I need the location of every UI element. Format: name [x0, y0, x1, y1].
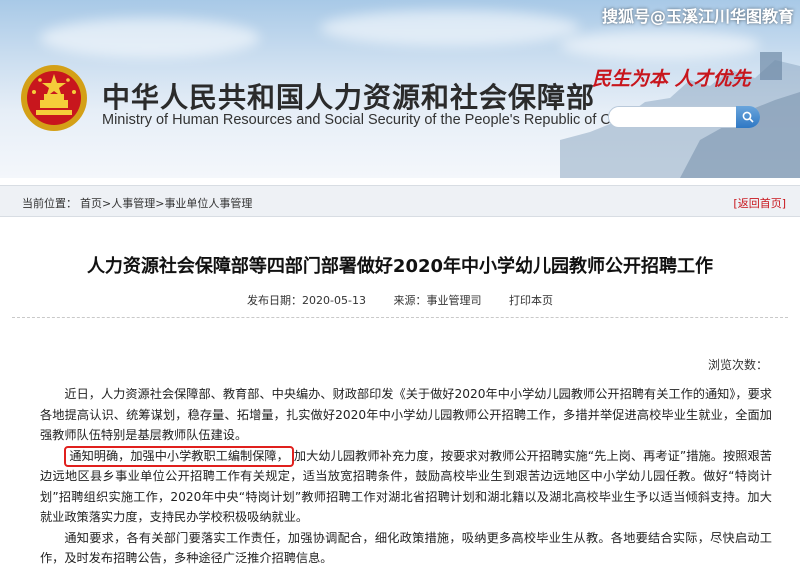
article-body: 近日，人力资源社会保障部、教育部、中央编办、财政部印发《关于做好2020年中小学…	[40, 384, 772, 569]
paragraph-2: 通知明确，加强中小学教职工编制保障， 加大幼儿园教师补充力度，按要求对教师公开招聘…	[40, 445, 772, 528]
publish-date-label: 发布日期：	[247, 294, 303, 307]
breadcrumb: 当前位置： 首页>人事管理>事业单位人事管理 [返回首页]	[0, 185, 800, 217]
print-page-link[interactable]: 打印本页	[509, 294, 553, 307]
breadcrumb-label: 当前位置：	[22, 197, 77, 210]
paragraph-1: 近日，人力资源社会保障部、教育部、中央编办、财政部印发《关于做好2020年中小学…	[40, 387, 772, 442]
ministry-name-chinese: 中华人民共和国人力资源和社会保障部	[102, 81, 596, 114]
cloud-decoration	[320, 10, 580, 46]
slogan-text: 民生为本 人才优先	[592, 68, 751, 90]
breadcrumb-path: 首页>人事管理>事业单位人事管理	[80, 195, 252, 211]
publish-date-value: 2020-05-13	[302, 294, 366, 307]
publish-date: 发布日期：2020-05-13	[247, 294, 366, 307]
breadcrumb-separator: >	[102, 197, 112, 210]
source-label: 来源：	[393, 294, 427, 307]
watermark-text: 搜狐号@玉溪江川华图教育	[601, 7, 794, 26]
source-value: 事业管理司	[426, 294, 482, 307]
article-source: 来源：事业管理司	[393, 294, 481, 307]
ministry-name-english: Ministry of Human Resources and Social S…	[102, 112, 639, 128]
view-count: 浏览次数：	[707, 358, 768, 372]
breadcrumb-item-institution[interactable]: 事业单位人事管理	[164, 197, 252, 210]
breadcrumb-item-home[interactable]: 首页	[80, 197, 102, 210]
national-emblem-icon	[21, 65, 87, 131]
header-banner: 搜狐号@玉溪江川华图教育 中华人民共和国人力资源和社会保障部 Ministry …	[0, 0, 800, 178]
highlighted-sentence: 通知明确，加强中小学教职工编制保障，	[64, 445, 294, 467]
article-panel: 人力资源社会保障部等四部门部署做好2020年中小学幼儿园教师公开招聘工作 发布日…	[12, 228, 788, 584]
back-home-link[interactable]: [返回首页]	[733, 195, 786, 211]
article-title: 人力资源社会保障部等四部门部署做好2020年中小学幼儿园教师公开招聘工作	[86, 256, 714, 277]
article-meta: 发布日期：2020-05-13 来源：事业管理司 打印本页	[12, 292, 788, 318]
cloud-decoration	[40, 18, 260, 58]
paragraph-3: 通知要求，各有关部门要落实工作责任，加强协调配合，细化政策措施，吸纳更多高校毕业…	[40, 530, 772, 566]
search-icon	[742, 111, 754, 123]
search-button[interactable]	[736, 106, 760, 128]
breadcrumb-item-personnel[interactable]: 人事管理	[111, 197, 155, 210]
